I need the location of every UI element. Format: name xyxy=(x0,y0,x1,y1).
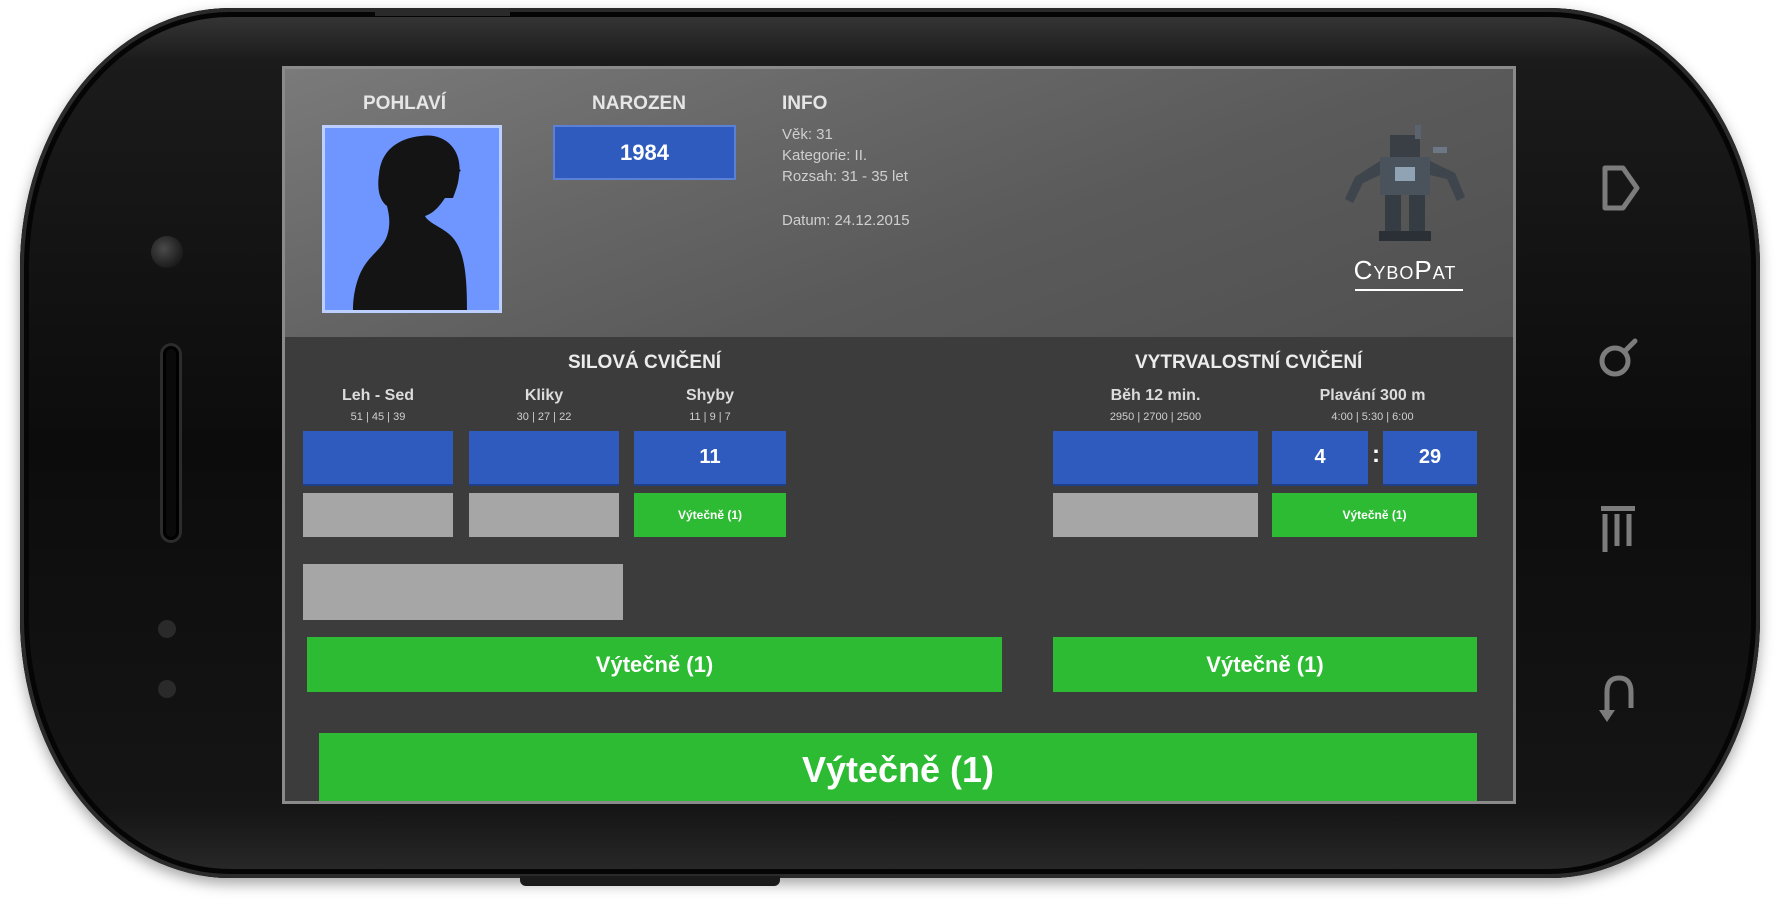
strength-extra-result xyxy=(303,564,623,620)
situps-label: Leh - Sed xyxy=(341,387,414,404)
menu-icon[interactable] xyxy=(1588,498,1648,567)
pullups-norms: 11 | 9 | 7 xyxy=(689,411,731,423)
pullups-label: Shyby xyxy=(685,387,734,404)
overall-result: Výtečně (1) xyxy=(319,733,1477,801)
power-button xyxy=(375,8,510,16)
swim-minutes-input[interactable]: 4 xyxy=(1272,431,1368,486)
endurance-title: VYTRVALOSTNÍ CVIČENÍ xyxy=(1135,352,1363,373)
proximity-sensor xyxy=(158,620,176,638)
strength-title: SILOVÁ CVIČENÍ xyxy=(568,352,722,373)
app-screen: POHLAVÍ NAROZEN 1984 INFO Věk: 31 Katego… xyxy=(282,66,1516,804)
swim-seconds-input[interactable]: 29 xyxy=(1383,431,1477,486)
run-result xyxy=(1053,493,1258,537)
swim-norms: 4:00 | 5:30 | 6:00 xyxy=(1331,411,1414,423)
back-icon[interactable] xyxy=(1588,668,1648,737)
logo-underline xyxy=(1355,289,1463,291)
situps-norms: 51 | 45 | 39 xyxy=(350,411,406,423)
endurance-total: Výtečně (1) xyxy=(1053,637,1477,692)
info-date: Datum: 24.12.2015 xyxy=(782,212,910,229)
male-silhouette-icon xyxy=(353,135,467,310)
pushups-label: Kliky xyxy=(524,387,564,404)
pushups-norms: 30 | 27 | 22 xyxy=(516,411,572,423)
info-age: Věk: 31 xyxy=(782,126,833,143)
gender-heading: POHLAVÍ xyxy=(363,93,447,114)
pullups-result: Výtečně (1) xyxy=(634,493,786,537)
swim-result: Výtečně (1) xyxy=(1272,493,1477,537)
phone-bottom-edge xyxy=(520,876,780,886)
run-input[interactable] xyxy=(1053,431,1258,486)
swim-label: Plavání 300 m xyxy=(1319,387,1426,404)
gender-avatar[interactable] xyxy=(322,125,502,313)
info-category: Kategorie: II. xyxy=(782,147,868,164)
run-label: Běh 12 min. xyxy=(1110,387,1201,404)
search-icon[interactable] xyxy=(1588,333,1648,392)
earpiece-speaker xyxy=(160,343,182,543)
situps-input[interactable] xyxy=(303,431,453,486)
pullups-input[interactable]: 11 xyxy=(634,431,786,486)
pushups-result xyxy=(469,493,619,537)
home-icon[interactable] xyxy=(1588,158,1648,227)
run-norms: 2950 | 2700 | 2500 xyxy=(1109,411,1202,423)
birth-year-field[interactable]: 1984 xyxy=(553,125,736,180)
situps-result xyxy=(303,493,453,537)
info-heading: INFO xyxy=(782,93,828,114)
light-sensor xyxy=(158,680,176,698)
logo-text: CyboPat xyxy=(1353,255,1457,285)
info-range: Rozsah: 31 - 35 let xyxy=(782,168,908,185)
time-separator: : xyxy=(1372,441,1380,468)
born-heading: NAROZEN xyxy=(592,93,686,114)
pushups-input[interactable] xyxy=(469,431,619,486)
cybopat-logo: CyboPat xyxy=(1335,117,1475,291)
robot-icon xyxy=(1345,125,1465,241)
front-camera xyxy=(151,236,183,268)
strength-total: Výtečně (1) xyxy=(307,637,1002,692)
